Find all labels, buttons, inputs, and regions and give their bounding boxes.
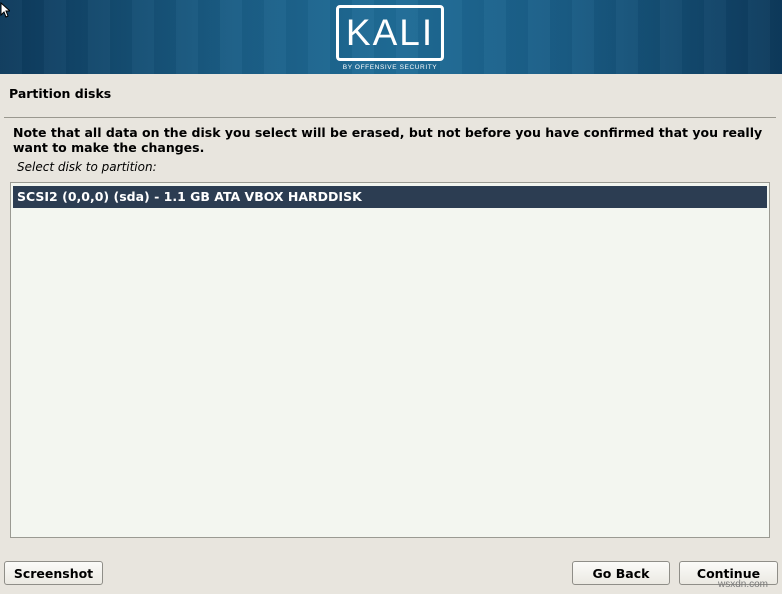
select-disk-prompt: Select disk to partition: — [17, 160, 157, 174]
go-back-button[interactable]: Go Back — [572, 561, 670, 585]
kali-logo-text: KALI — [336, 5, 444, 61]
watermark: wsxdn.com — [718, 579, 769, 590]
kali-logo-subtitle: BY OFFENSIVE SECURITY — [342, 64, 438, 71]
kali-banner: KALI BY OFFENSIVE SECURITY — [0, 0, 782, 74]
screenshot-button[interactable]: Screenshot — [4, 561, 103, 585]
page-title: Partition disks — [9, 86, 112, 101]
warning-note: Note that all data on the disk you selec… — [13, 125, 763, 155]
disk-list[interactable]: SCSI2 (0,0,0) (sda) - 1.1 GB ATA VBOX HA… — [10, 182, 770, 538]
mouse-pointer-icon — [0, 2, 10, 18]
disk-list-item-sda[interactable]: SCSI2 (0,0,0) (sda) - 1.1 GB ATA VBOX HA… — [13, 186, 767, 208]
kali-logo: KALI BY OFFENSIVE SECURITY — [336, 5, 444, 71]
